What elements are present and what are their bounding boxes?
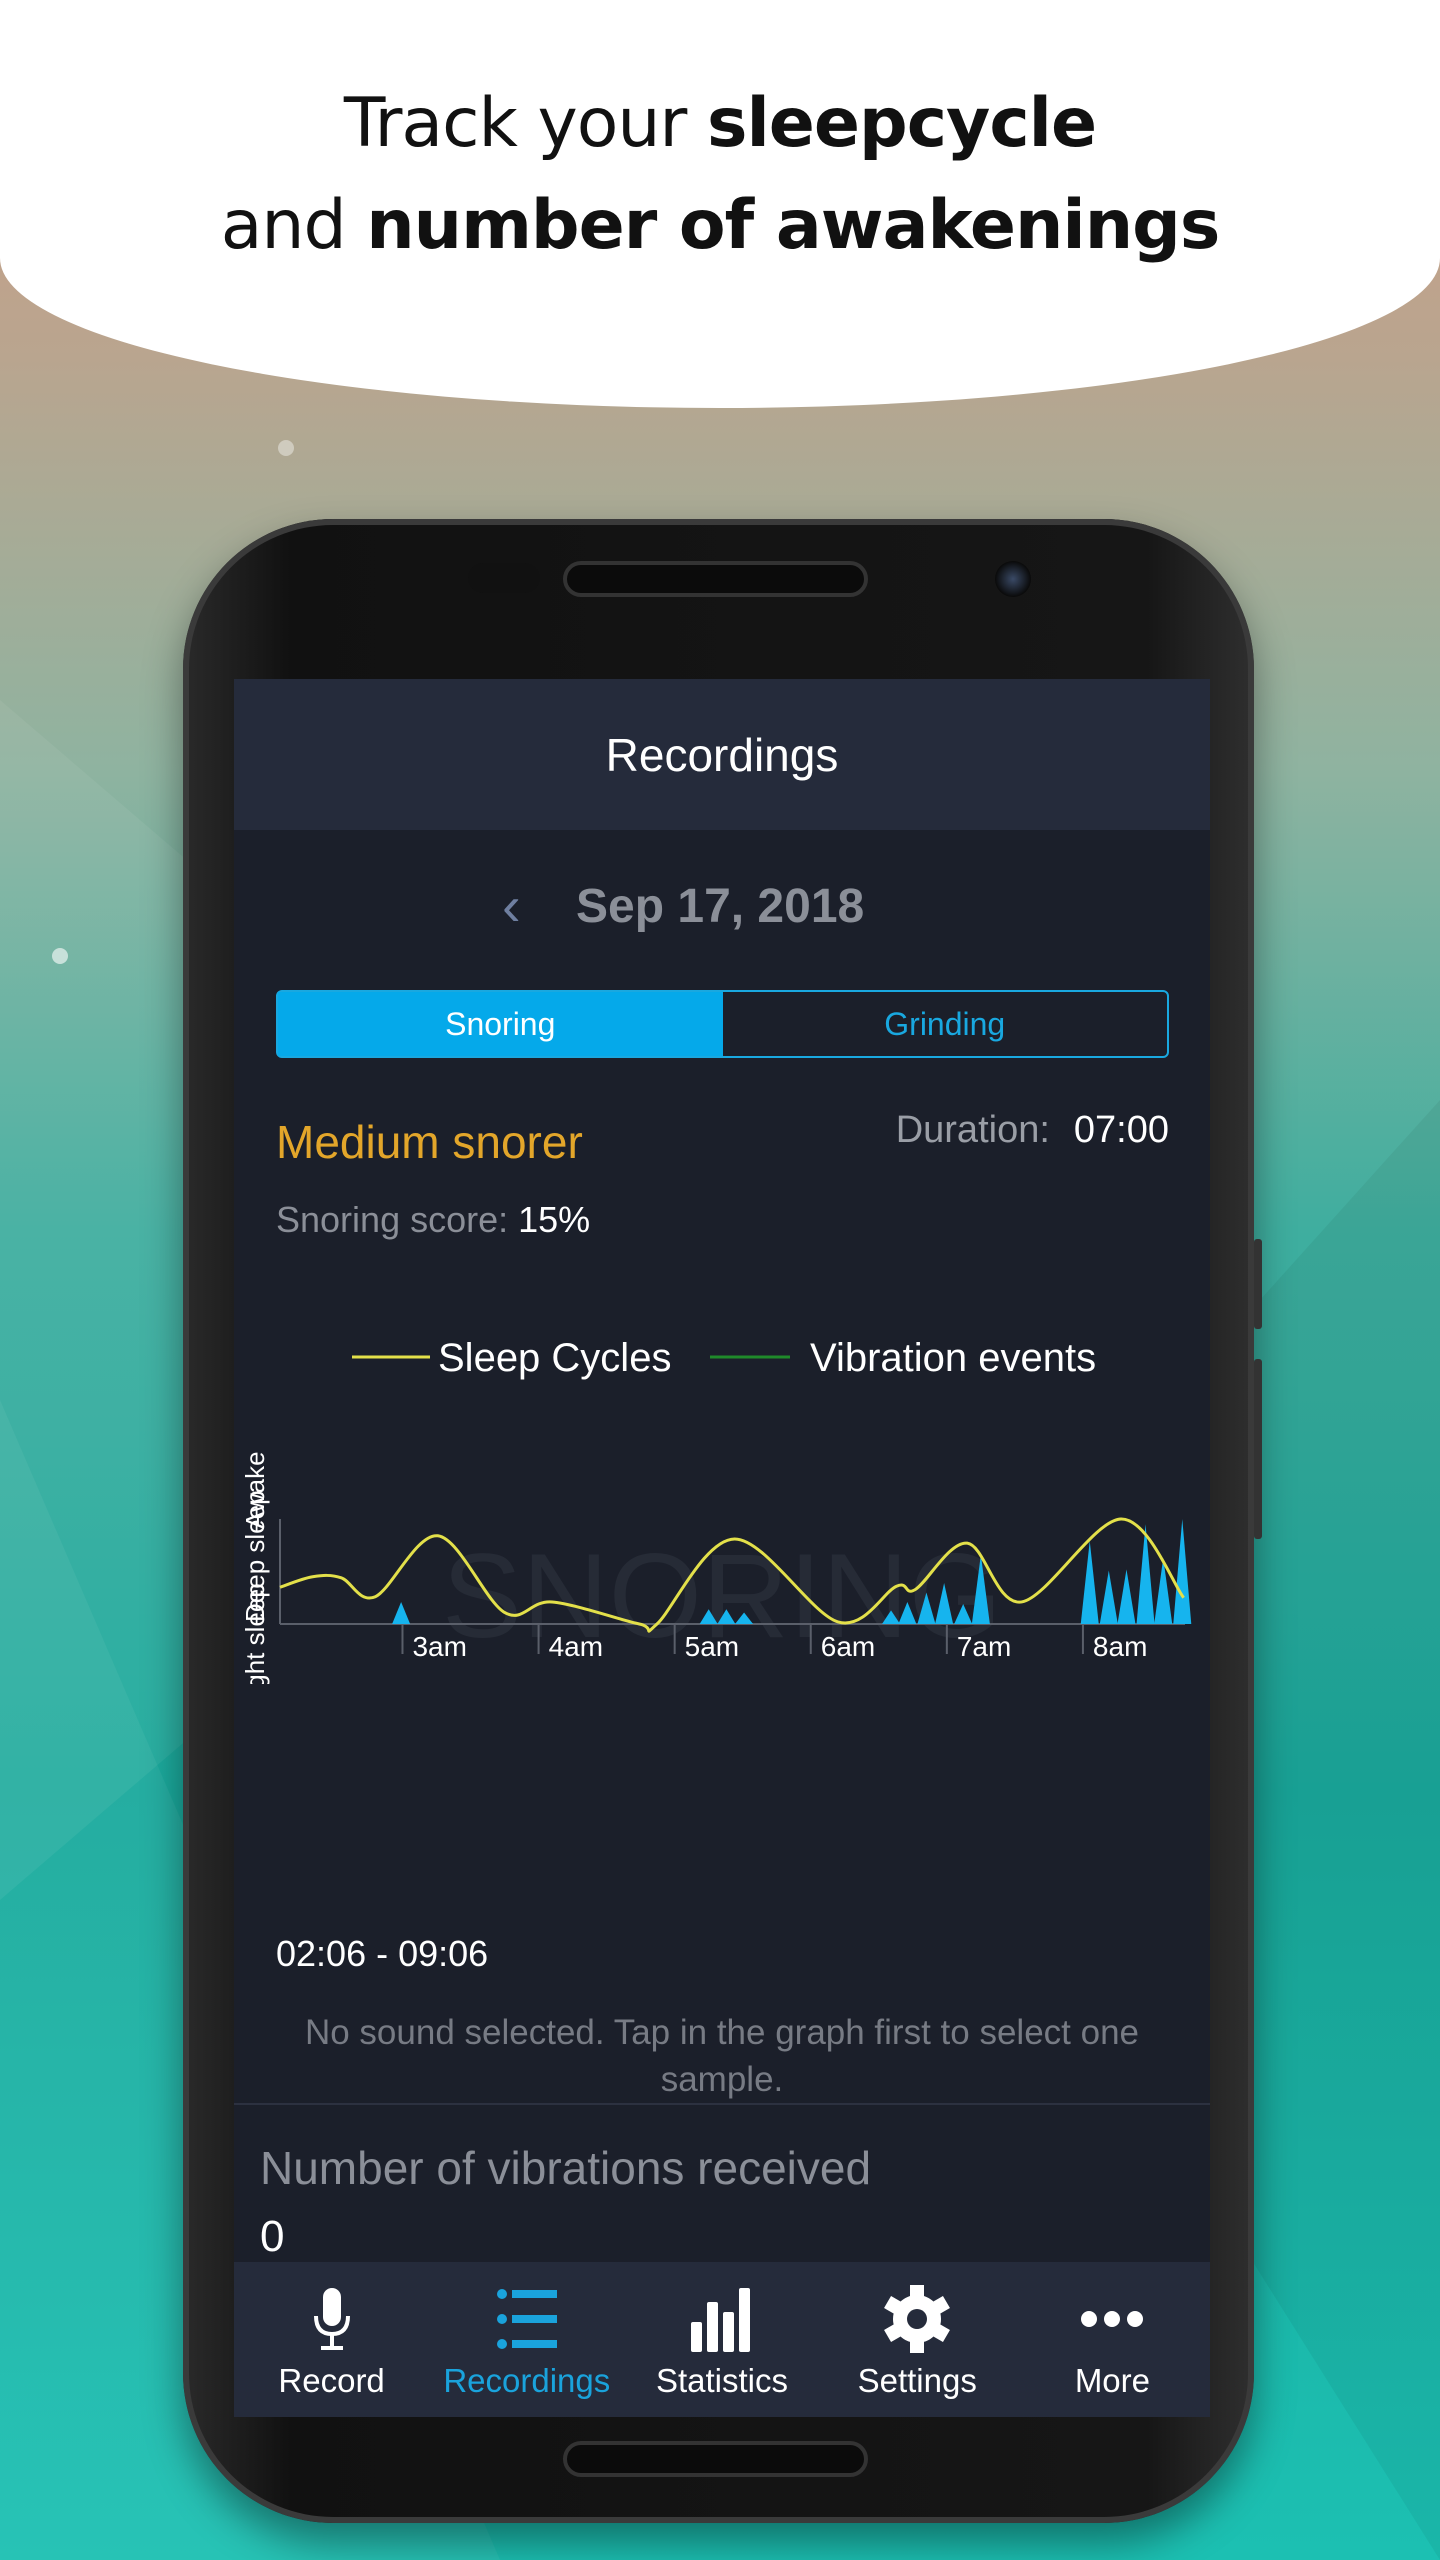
vibration-spike xyxy=(1154,1557,1173,1624)
x-tick-label: 3am xyxy=(412,1631,466,1662)
phone-speaker xyxy=(563,561,868,597)
vibration-spike xyxy=(1136,1524,1155,1624)
phone-side-button xyxy=(1254,1359,1262,1539)
bar-chart-icon xyxy=(691,2288,750,2352)
headline-line-2: and number of awakenings xyxy=(220,186,1221,265)
phone-side-button xyxy=(1254,1239,1262,1329)
microphone-icon xyxy=(313,2288,350,2350)
tab-snoring[interactable]: Snoring xyxy=(278,992,723,1056)
nav-more[interactable]: More xyxy=(1015,2262,1210,2417)
snoring-score: Snoring score: 15% xyxy=(276,1199,590,1241)
nav-label: Record xyxy=(278,2362,385,2399)
vibration-spike xyxy=(1173,1519,1192,1624)
vibrations-label: Number of vibrations received xyxy=(260,2142,872,2194)
phone-camera xyxy=(995,561,1031,597)
nav-statistics[interactable]: Statistics xyxy=(624,2262,819,2417)
chevron-left-icon[interactable]: ‹ xyxy=(502,873,521,938)
y-tick-label: Light sleep xyxy=(240,1583,270,1684)
vibration-spike xyxy=(1117,1569,1136,1624)
nav-label: Statistics xyxy=(655,2362,789,2399)
legend-label-sleep: Sleep Cycles xyxy=(438,1336,671,1380)
score-value: 15% xyxy=(518,1199,591,1240)
nav-label: Recordings xyxy=(443,2362,611,2399)
nav-label: Settings xyxy=(857,2362,977,2399)
x-tick-label: 5am xyxy=(685,1631,739,1662)
divider xyxy=(234,2103,1210,2105)
more-dots-icon xyxy=(1081,2311,1144,2327)
x-tick-label: 6am xyxy=(821,1631,875,1662)
phone-sensor xyxy=(468,563,540,593)
app-bar: Recordings xyxy=(234,679,1210,830)
nav-record[interactable]: Record xyxy=(234,2262,429,2417)
date-navigator: ‹ Sep 17, 2018 xyxy=(234,869,1210,943)
nav-recordings[interactable]: Recordings xyxy=(429,2262,624,2417)
snorer-category: Medium snorer xyxy=(276,1116,583,1168)
vibration-spike xyxy=(392,1601,411,1624)
mode-tabs: Snoring Grinding xyxy=(276,990,1169,1058)
app-title: Recordings xyxy=(605,728,839,781)
duration-value: 07:00 xyxy=(1073,1109,1169,1151)
list-icon xyxy=(496,2289,557,2349)
x-tick-label: 8am xyxy=(1093,1631,1147,1662)
x-tick-label: 7am xyxy=(957,1631,1011,1662)
duration: Duration: 07:00 xyxy=(896,1109,1169,1152)
gear-icon xyxy=(884,2285,951,2353)
vibration-spike xyxy=(1080,1541,1099,1624)
duration-label: Duration: xyxy=(895,1109,1050,1151)
headline-line-1: Track your sleepcycle xyxy=(343,84,1097,163)
current-date: Sep 17, 2018 xyxy=(576,880,865,933)
tab-grinding[interactable]: Grinding xyxy=(723,992,1168,1056)
no-sound-message: No sound selected. Tap in the graph firs… xyxy=(304,2013,1140,2099)
time-range: 02:06 - 09:06 xyxy=(276,1933,489,1974)
sleep-chart[interactable]: SNORINGSleep Cycles Vibration eventsDeep … xyxy=(234,1329,1210,1684)
nav-label: More xyxy=(1074,2362,1150,2399)
y-tick-label: Awake xyxy=(240,1451,270,1529)
x-tick-label: 4am xyxy=(549,1631,603,1662)
app-screen: Recordings ‹ Sep 17, 2018 Snoring Grindi… xyxy=(234,679,1210,2417)
phone-bottom-speaker xyxy=(563,2441,868,2477)
vibration-spike xyxy=(1099,1570,1118,1624)
score-label: Snoring score: xyxy=(276,1199,509,1240)
bottom-nav: Record Recordings Statistics Settings Mo… xyxy=(234,2262,1210,2417)
legend-label-vibration: Vibration events xyxy=(810,1336,1096,1380)
nav-settings[interactable]: Settings xyxy=(820,2262,1015,2417)
vibrations-count: 0 xyxy=(260,2212,285,2261)
